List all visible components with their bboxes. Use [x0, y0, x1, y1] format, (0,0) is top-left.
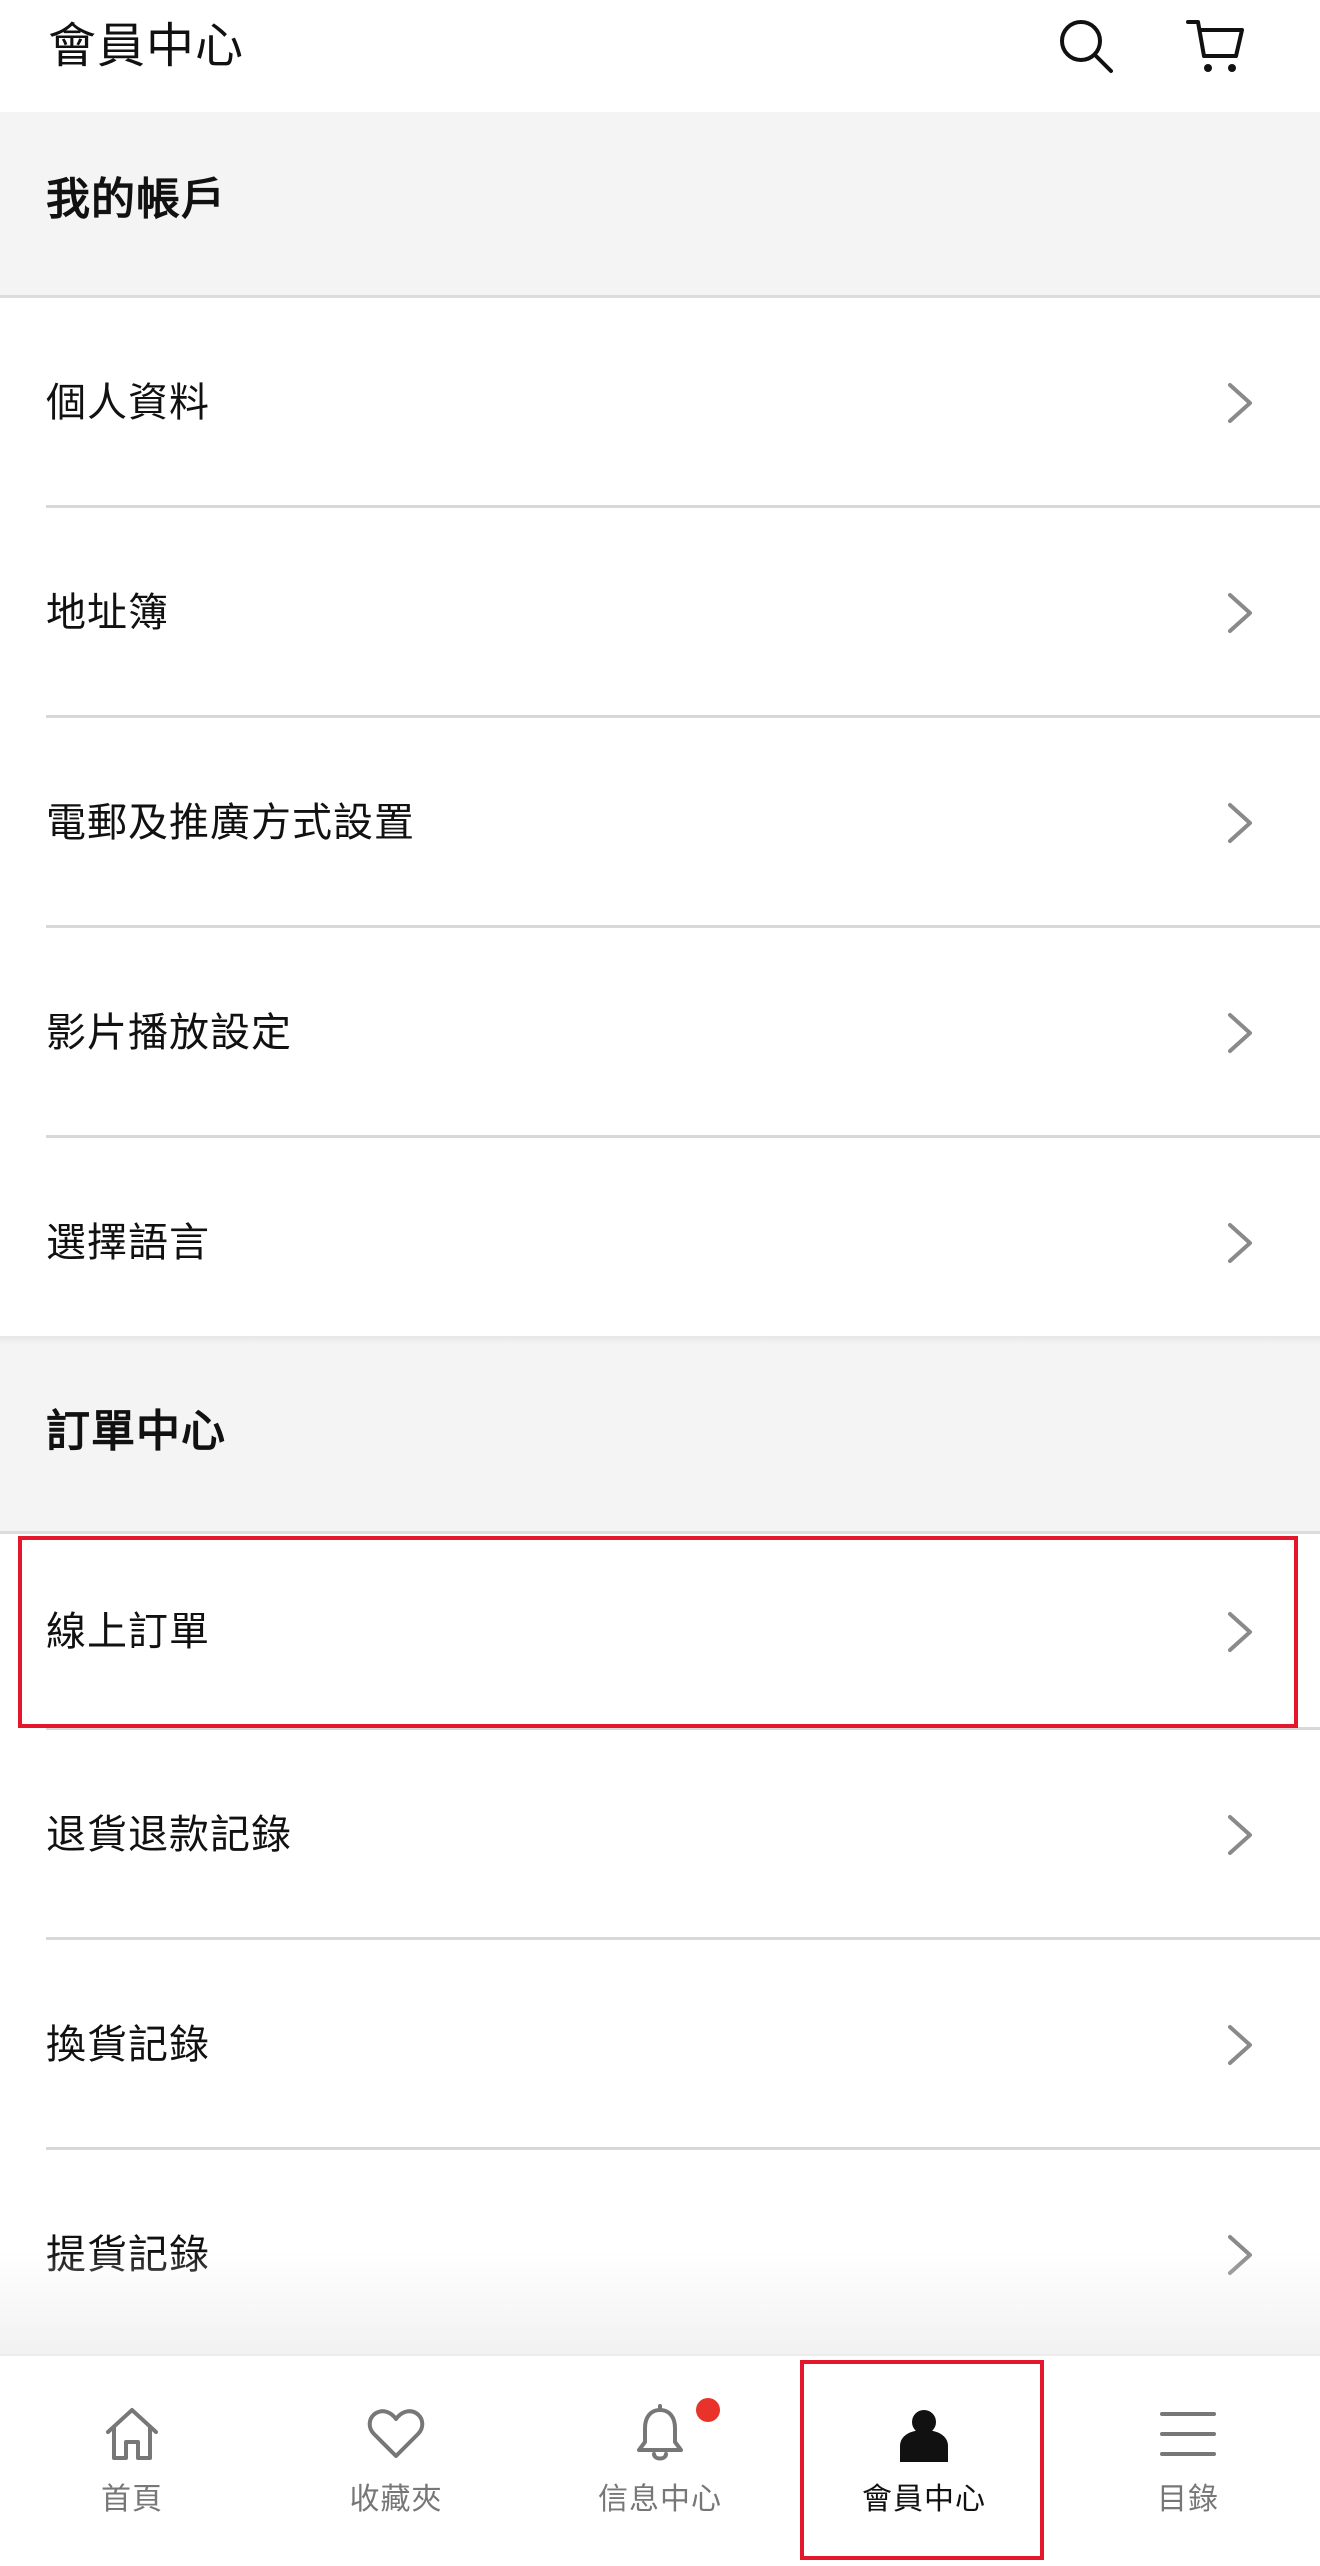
chevron-right-icon [1222, 1608, 1258, 1656]
bottom-nav: 首頁 收藏夾 信息中心 會員中心 目錄 [0, 2354, 1320, 2566]
row-exchange-records[interactable]: 換貨記錄 [0, 1940, 1320, 2150]
row-return-refund-records[interactable]: 退貨退款記錄 [0, 1730, 1320, 1940]
user-icon [894, 2404, 954, 2464]
search-icon[interactable] [1054, 14, 1118, 78]
nav-label: 首頁 [101, 2482, 163, 2517]
chevron-right-icon [1222, 1219, 1258, 1267]
heart-icon [366, 2404, 426, 2464]
member-center-page: 會員中心 我的帳戶 個人資料 地址簿 電郵及推廣方式設置 影片播放設定 選擇語言 [0, 0, 1320, 2566]
chevron-right-icon [1222, 589, 1258, 637]
notification-badge [696, 2398, 720, 2422]
row-label: 地址簿 [46, 590, 169, 636]
row-label: 影片播放設定 [46, 1010, 292, 1056]
cart-icon[interactable] [1184, 14, 1248, 78]
menu-icon [1158, 2404, 1218, 2464]
row-address-book[interactable]: 地址簿 [0, 508, 1320, 718]
nav-label: 目錄 [1157, 2482, 1219, 2517]
section-title: 我的帳戶 [46, 174, 226, 225]
page-title: 會員中心 [48, 18, 245, 74]
row-label: 個人資料 [46, 380, 210, 426]
section-title: 訂單中心 [46, 1406, 226, 1457]
nav-item-member-center[interactable]: 會員中心 [792, 2356, 1056, 2566]
row-label: 提貨記錄 [46, 2232, 210, 2278]
row-label: 退貨退款記錄 [46, 1812, 292, 1858]
nav-item-home[interactable]: 首頁 [0, 2356, 264, 2566]
section-header-orders: 訂單中心 [0, 1344, 1320, 1534]
chevron-right-icon [1222, 799, 1258, 847]
nav-item-catalog[interactable]: 目錄 [1056, 2356, 1320, 2566]
row-personal-info[interactable]: 個人資料 [0, 298, 1320, 508]
row-label: 線上訂單 [46, 1609, 210, 1655]
section-shadow [0, 1336, 1320, 1344]
chevron-right-icon [1222, 1811, 1258, 1859]
nav-item-messages[interactable]: 信息中心 [528, 2356, 792, 2566]
row-video-playback-settings[interactable]: 影片播放設定 [0, 928, 1320, 1138]
chevron-right-icon [1222, 1009, 1258, 1057]
nav-label: 會員中心 [862, 2482, 986, 2517]
home-icon [102, 2404, 162, 2464]
row-select-language[interactable]: 選擇語言 [0, 1138, 1320, 1348]
bell-icon [630, 2404, 690, 2464]
nav-label: 信息中心 [598, 2482, 722, 2517]
top-header: 會員中心 [0, 0, 1320, 112]
nav-item-favorites[interactable]: 收藏夾 [264, 2356, 528, 2566]
chevron-right-icon [1222, 2021, 1258, 2069]
row-email-promotion-settings[interactable]: 電郵及推廣方式設置 [0, 718, 1320, 928]
nav-label: 收藏夾 [349, 2482, 443, 2517]
row-online-orders[interactable]: 線上訂單 [0, 1534, 1320, 1730]
row-pickup-records[interactable]: 提貨記錄 [0, 2150, 1320, 2360]
row-label: 選擇語言 [46, 1220, 210, 1266]
chevron-right-icon [1222, 2231, 1258, 2279]
row-label: 電郵及推廣方式設置 [46, 800, 415, 846]
row-label: 換貨記錄 [46, 2022, 210, 2068]
chevron-right-icon [1222, 379, 1258, 427]
section-header-account: 我的帳戶 [0, 112, 1320, 298]
